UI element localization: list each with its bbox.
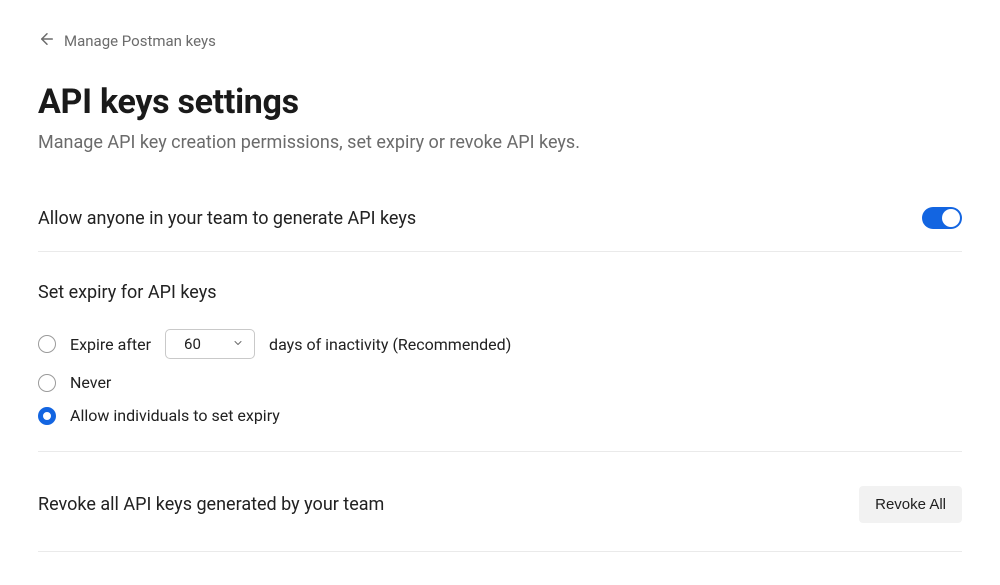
revoke-all-button[interactable]: Revoke All xyxy=(859,486,962,523)
generate-permission-row: Allow anyone in your team to generate AP… xyxy=(38,203,962,252)
arrow-left-icon xyxy=(38,30,56,52)
generate-permission-toggle[interactable] xyxy=(922,207,962,229)
breadcrumb-back[interactable]: Manage Postman keys xyxy=(38,30,216,52)
expiry-option-expire-after[interactable]: Expire after 60 days of inactivity (Reco… xyxy=(38,329,962,359)
expire-days-value: 60 xyxy=(184,335,201,353)
generate-permission-label: Allow anyone in your team to generate AP… xyxy=(38,208,416,229)
expiry-heading: Set expiry for API keys xyxy=(38,282,962,303)
radio-individuals[interactable] xyxy=(38,407,56,425)
expiry-option-individuals[interactable]: Allow individuals to set expiry xyxy=(38,406,962,425)
expiry-option-never[interactable]: Never xyxy=(38,373,962,392)
expiry-individuals-label: Allow individuals to set expiry xyxy=(70,406,280,425)
expiry-section: Set expiry for API keys Expire after 60 … xyxy=(38,252,962,452)
radio-never[interactable] xyxy=(38,374,56,392)
expire-after-suffix: days of inactivity (Recommended) xyxy=(269,335,511,354)
page-subtitle: Manage API key creation permissions, set… xyxy=(38,132,962,153)
expiry-never-label: Never xyxy=(70,373,111,392)
expire-after-prefix: Expire after xyxy=(70,335,151,354)
breadcrumb-label: Manage Postman keys xyxy=(64,32,216,50)
expire-days-select[interactable]: 60 xyxy=(165,329,255,359)
revoke-section: Revoke all API keys generated by your te… xyxy=(38,452,962,552)
revoke-label: Revoke all API keys generated by your te… xyxy=(38,494,384,515)
chevron-down-icon xyxy=(218,335,244,353)
toggle-knob xyxy=(942,209,960,227)
radio-expire-after[interactable] xyxy=(38,335,56,353)
page-title: API keys settings xyxy=(38,82,962,122)
